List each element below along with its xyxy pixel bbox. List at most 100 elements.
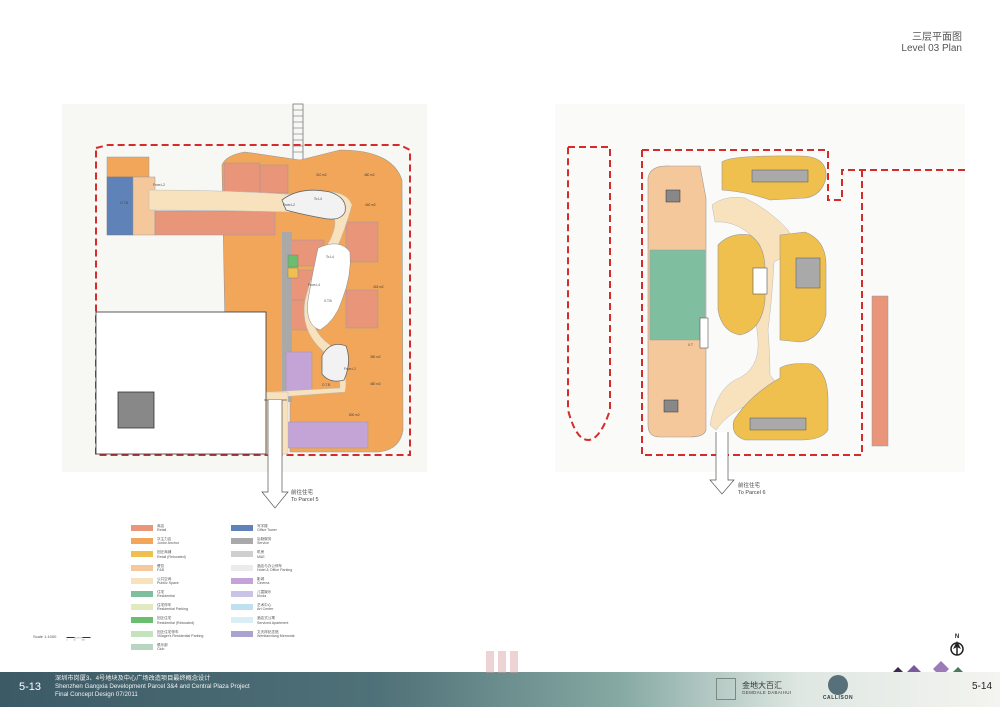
legend-item: 酒店式公寓 Serviced Apartment	[231, 616, 331, 629]
legend-text: 写字楼 Office Tower	[257, 524, 277, 532]
legend-column-1: 商店 Retail 次主力店 Junior Anchor 回迁商铺 Retail (Rel…	[131, 524, 231, 656]
legend-swatch	[131, 630, 153, 637]
north-arrow-icon	[950, 641, 964, 656]
legend-label-en: Office Tower	[257, 528, 277, 533]
area-label: 380 m2	[370, 355, 381, 359]
legend-label-en: Retail	[157, 528, 167, 533]
legend-item: 酒店与办公停车 Hotel & Office Parking	[231, 564, 331, 577]
legend-label-en: Art Center	[257, 607, 274, 612]
legend-text: 商店 Retail	[157, 524, 166, 532]
label-from-l2-b: From L2	[283, 203, 295, 207]
legend-text: 住宅停车 Residential Parking	[157, 603, 188, 611]
retail-unit	[345, 221, 379, 263]
callison-logo: CALLISON	[818, 675, 858, 705]
to-parcel-6-en: To Parcel 6	[738, 490, 766, 496]
legend-item: 影城 Cinema	[231, 577, 331, 590]
to-parcel-6-zh: 前往住宅	[738, 481, 761, 489]
legend-text: 公共空间 Pubilic Space	[157, 577, 179, 585]
legend-text: 次主力店 Junior Anchor	[157, 537, 179, 545]
footer-line-3: Final Concept Design 07/2011	[55, 691, 138, 698]
legend-item: 机房 M&E	[231, 550, 331, 563]
office-tower-left	[106, 176, 134, 236]
legend-swatch	[231, 590, 253, 597]
legend-swatch	[131, 617, 153, 624]
retail-unit	[223, 162, 261, 194]
service-core-right	[751, 169, 809, 183]
legend-swatch	[231, 564, 253, 571]
legend-label-en: Club	[157, 646, 165, 651]
retail-corridor-left	[154, 210, 276, 236]
area-label: 310 m2	[316, 173, 327, 177]
legend-swatch	[131, 604, 153, 611]
core-box	[663, 399, 679, 413]
retail-unit	[259, 164, 289, 194]
anchor-block-top-left	[106, 156, 150, 178]
service-unit-yellow	[287, 267, 299, 279]
legend-label-en: Junior Anchor	[157, 541, 179, 546]
legend-item: 艺术中心 Art Center	[231, 603, 331, 616]
legend-swatch	[131, 525, 153, 531]
legend-text: 机房 M&E	[257, 550, 265, 558]
legend-swatch	[231, 577, 253, 584]
legend-label-en: F&B	[157, 567, 164, 572]
callison-logo-text: CALLISON	[822, 695, 854, 701]
legend-label-en: Wentianxiang Memorial	[257, 633, 295, 638]
legend-item: 写字楼 Office Tower	[231, 524, 331, 537]
label-void-right: X.T	[688, 343, 693, 347]
legend-swatch	[231, 604, 253, 611]
cinema-lower	[287, 421, 369, 449]
gemdale-logo: 金地大百汇 GEMDALE DABAIHUI	[716, 678, 806, 702]
legend-swatch	[131, 590, 153, 597]
area-label: 418 m2	[373, 285, 384, 289]
legend-text: 回迁住宅停车 Villager's Residential Parking	[157, 630, 203, 638]
legend-label-en: Residential Parking	[157, 607, 188, 612]
legend-item: 回迁住宅 Residential (Relocated)	[131, 616, 231, 629]
legend-item: 商店 Retail	[131, 524, 231, 537]
legend-swatch	[231, 551, 253, 558]
legend-text: 住宅 Residential	[157, 590, 175, 598]
retail-unit	[345, 289, 379, 329]
legend-text: 餐饮 F&B	[157, 564, 164, 572]
legend-label-en: Residential	[157, 594, 175, 599]
adjacent-parcel	[95, 311, 267, 455]
legend-label-en: Retail (Relocated)	[157, 554, 186, 559]
legend-text: 酒店式公寓 Serviced Apartment	[257, 616, 288, 624]
legend: 商店 Retail 次主力店 Junior Anchor 回迁商铺 Retail (Rel…	[131, 524, 371, 666]
legend-item: 儿童娱乐 Kinda	[231, 590, 331, 603]
gemdale-mark-icon	[716, 678, 736, 700]
legend-swatch	[131, 643, 153, 650]
core-box	[665, 189, 681, 203]
legend-item: 回迁商铺 Retail (Relocated)	[131, 550, 231, 563]
legend-text: 回迁住宅 Residential (Relocated)	[157, 616, 194, 624]
label-from-l2-c: From L2	[344, 367, 356, 371]
legend-label-en: Hotel & Office Parking	[257, 567, 293, 572]
escalator-right	[752, 267, 768, 295]
legend-item: 住宅 Residential	[131, 590, 231, 603]
label-open-a: O.T.B	[120, 201, 128, 205]
residential-block	[649, 249, 706, 341]
legend-label-zh: 机房	[257, 550, 265, 555]
escalator-right-b	[699, 317, 709, 349]
footer-line-1: 深圳市岗厦3、4号地块及中心广场改造项目最终概念设计	[55, 675, 211, 682]
retail-strip-east	[871, 295, 889, 447]
legend-item: 俱乐部 Club	[131, 643, 231, 656]
legend-text: 影城 Cinema	[257, 577, 269, 585]
to-parcel-5-en: To Parcel 5	[291, 497, 319, 503]
area-label: 480 m2	[370, 382, 381, 386]
legend-text: 艺术中心 Art Center	[257, 603, 273, 611]
legend-swatch	[231, 630, 253, 637]
legend-item: 文天祥纪念馆 Wentianxiang Memorial	[231, 630, 331, 643]
legend-label-en: Service	[257, 541, 269, 546]
legend-swatch	[131, 577, 153, 584]
legend-item: 次主力店 Junior Anchor	[131, 537, 231, 550]
area-label: 440 m2	[365, 203, 376, 207]
callison-mark-icon	[828, 675, 848, 695]
legend-swatch	[131, 564, 153, 571]
legend-label-en: Kinda	[257, 594, 267, 599]
legend-swatch	[131, 538, 153, 545]
legend-label-en: Serviced Apartment	[257, 620, 289, 625]
legend-text: 俱乐部 Club	[157, 643, 168, 651]
void-south	[321, 343, 349, 382]
legend-item: 住宅停车 Residential Parking	[131, 603, 231, 616]
legend-label-en: Residential (Relocated)	[157, 620, 195, 625]
